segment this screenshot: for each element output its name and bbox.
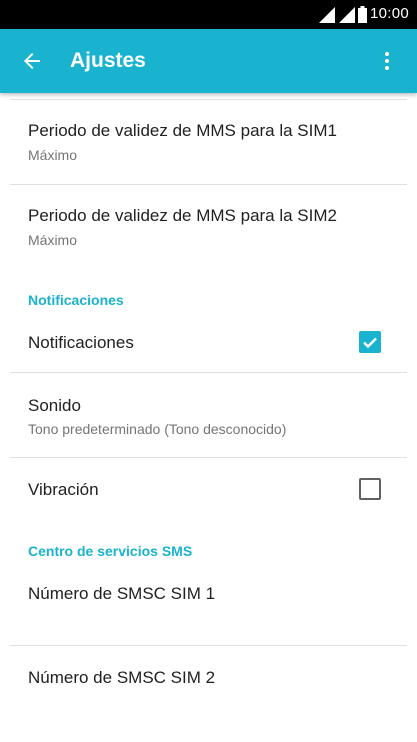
battery-icon — [358, 6, 367, 23]
item-title: Periodo de validez de MMS para la SIM1 — [28, 121, 337, 140]
vibration-item[interactable]: Vibración — [0, 458, 417, 520]
app-bar: Ajustes — [0, 29, 417, 93]
item-title: Número de SMSC SIM 2 — [28, 668, 216, 687]
item-summary: Tono predeterminado (Tono desconocido) — [28, 421, 287, 437]
item-title: Número de SMSC SIM 1 — [28, 584, 216, 603]
more-vert-icon[interactable] — [375, 49, 399, 73]
status-bar: 10:00 — [0, 0, 417, 29]
signal-icon — [339, 7, 355, 23]
smsc-sim2-item[interactable]: Número de SMSC SIM 2 — [0, 646, 417, 716]
smsc-sim1-item[interactable]: Número de SMSC SIM 1 — [0, 565, 417, 645]
notifications-item[interactable]: Notificaciones — [0, 319, 417, 373]
checkmark-icon — [363, 337, 377, 349]
arrow-left-icon[interactable] — [20, 49, 44, 73]
mms-validity-sim1-item[interactable]: Periodo de validez de MMS para la SIM1 M… — [0, 100, 417, 184]
sound-item[interactable]: Sonido Tono predeterminado (Tono descono… — [0, 373, 417, 457]
item-summary: Máximo — [28, 147, 78, 163]
notifications-checkbox[interactable] — [359, 331, 381, 353]
mms-validity-sim2-item[interactable]: Periodo de validez de MMS para la SIM2 M… — [0, 185, 417, 269]
section-header-notifications: Notificaciones — [28, 292, 124, 308]
item-title: Vibración — [28, 480, 99, 499]
item-title: Notificaciones — [28, 333, 134, 352]
item-title: Sonido — [28, 396, 81, 415]
item-summary: Máximo — [28, 232, 78, 248]
vibration-checkbox[interactable] — [359, 478, 381, 500]
signal-icon — [319, 7, 335, 23]
status-time: 10:00 — [369, 5, 409, 22]
section-header-sms-center: Centro de servicios SMS — [28, 543, 193, 559]
page-title: Ajustes — [70, 49, 146, 72]
item-title: Periodo de validez de MMS para la SIM2 — [28, 206, 337, 225]
